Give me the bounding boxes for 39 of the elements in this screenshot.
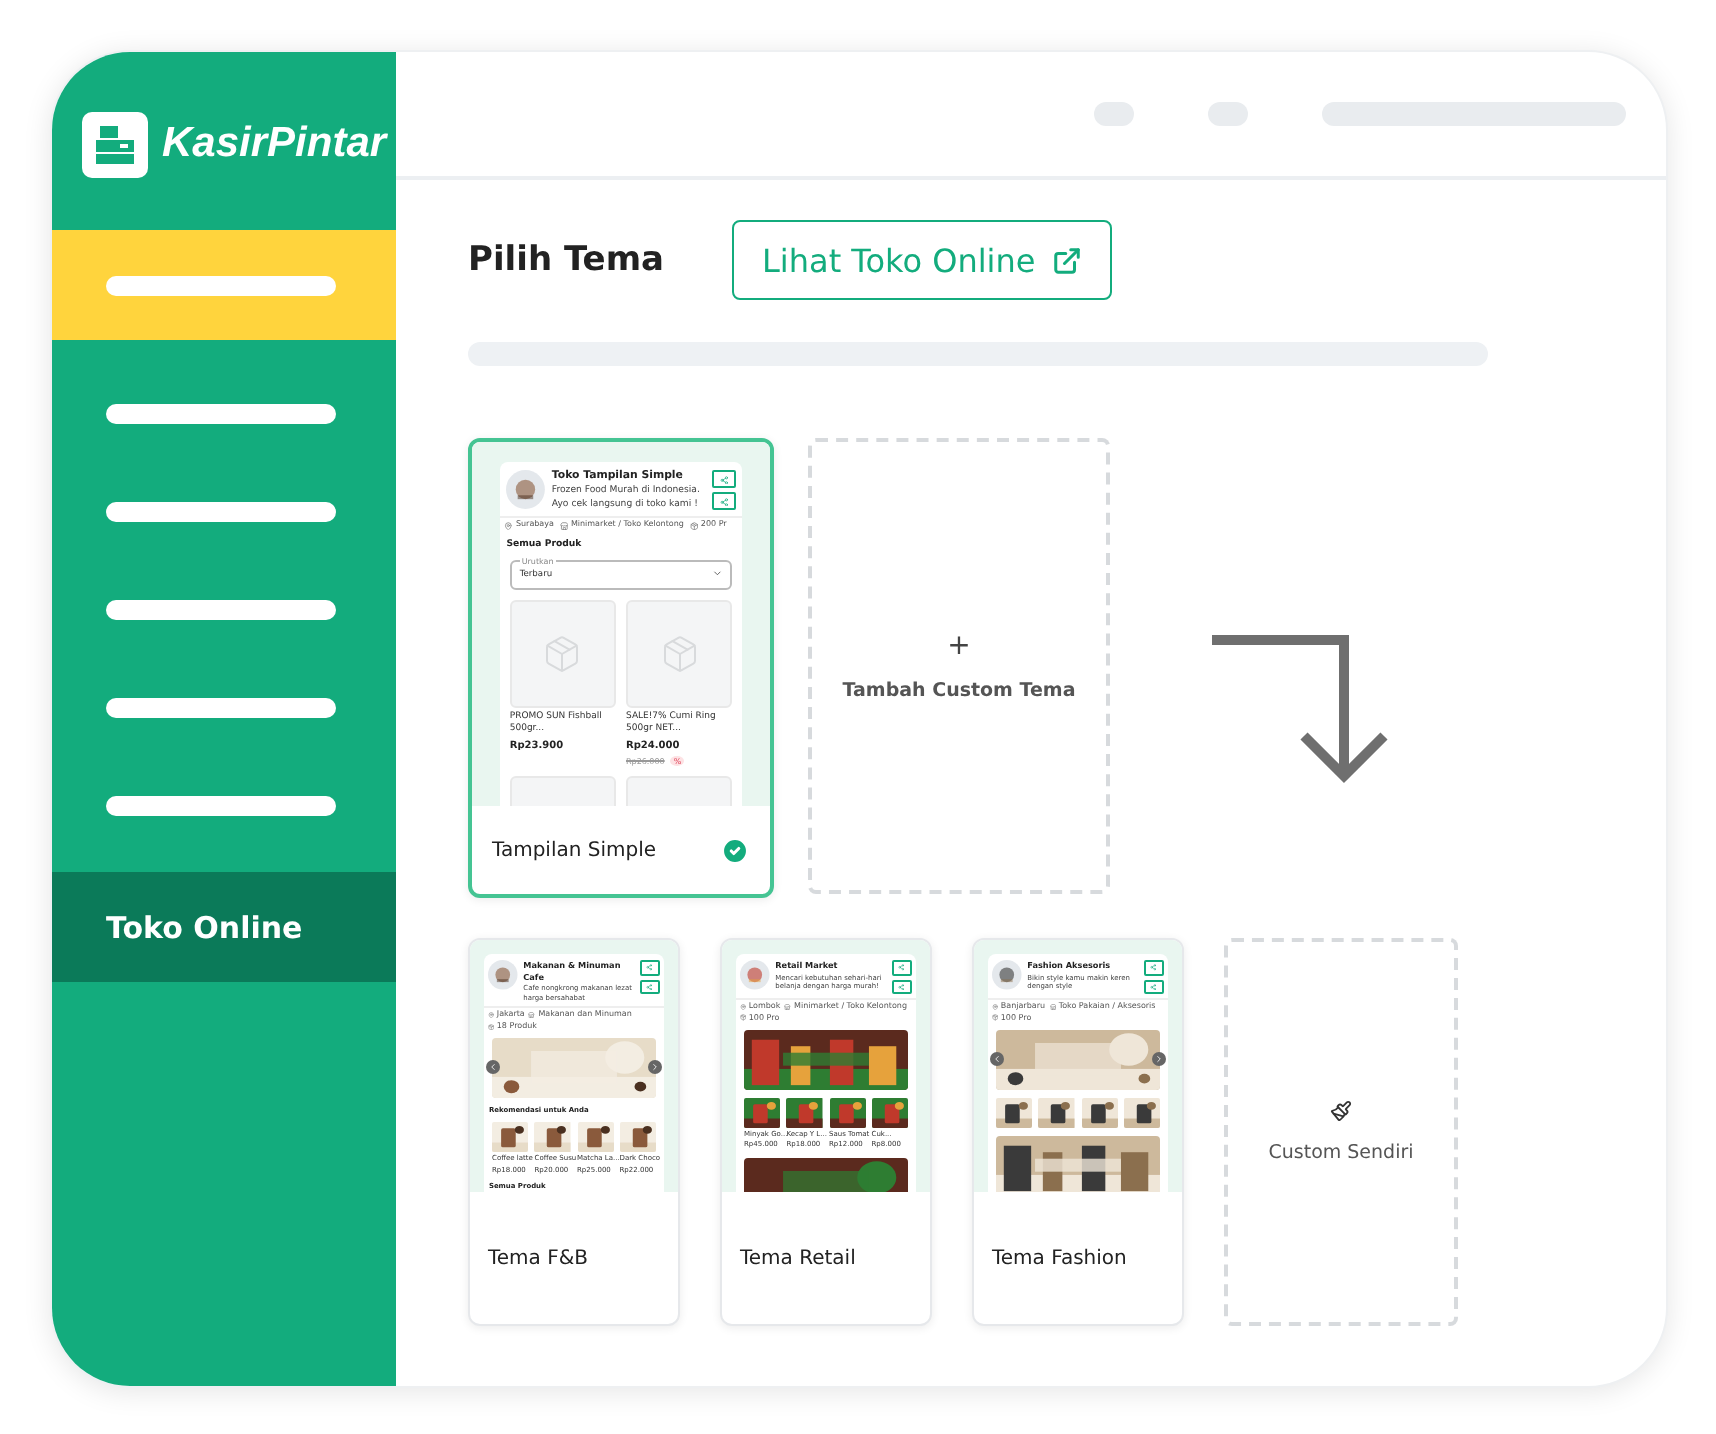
share-icon [898,964,905,972]
box-icon [659,633,700,674]
add-theme-card[interactable]: + Tambah Custom Tema [808,438,1110,894]
share-icon [646,983,653,990]
custom-theme-card[interactable]: Custom Sendiri [1224,938,1458,1326]
store-icon [559,521,568,531]
plus-icon: + [947,631,971,659]
brush-icon [1330,1100,1352,1122]
theme-name: Tema Retail [740,1247,856,1269]
share-icon [719,475,729,484]
location-pin-icon [487,1011,494,1019]
share-icon [1150,983,1157,990]
location-pin-icon [504,521,513,531]
box-icon [991,1014,998,1022]
box-icon [542,633,583,674]
chevron-down-icon [711,568,723,580]
theme-name: Tema F&B [488,1247,589,1269]
share-icon [719,497,729,506]
store-icon [1049,1003,1056,1010]
external-link-icon [1051,245,1082,275]
share-icon [898,983,905,990]
page-title: Pilih Tema [468,240,665,280]
theme-name: Tema Fashion [992,1247,1127,1269]
theme-name: Tampilan Simple [492,839,657,861]
box-icon [689,521,698,531]
box-icon [487,1023,494,1030]
location-pin-icon [739,1003,746,1010]
check-icon [720,835,750,865]
logo-icon [82,111,148,177]
custom-theme-label: Custom Sendiri [1268,1142,1414,1164]
store-icon [528,1011,536,1019]
share-icon [1150,964,1157,972]
share-icon [646,964,653,972]
location-pin-icon [991,1003,998,1010]
store-icon [784,1003,792,1010]
logo-text: KasirPintar [162,120,387,168]
add-theme-label: Tambah Custom Tema [842,679,1076,701]
box-icon [739,1014,746,1022]
sidebar-item[interactable]: Toko Online [52,872,396,982]
